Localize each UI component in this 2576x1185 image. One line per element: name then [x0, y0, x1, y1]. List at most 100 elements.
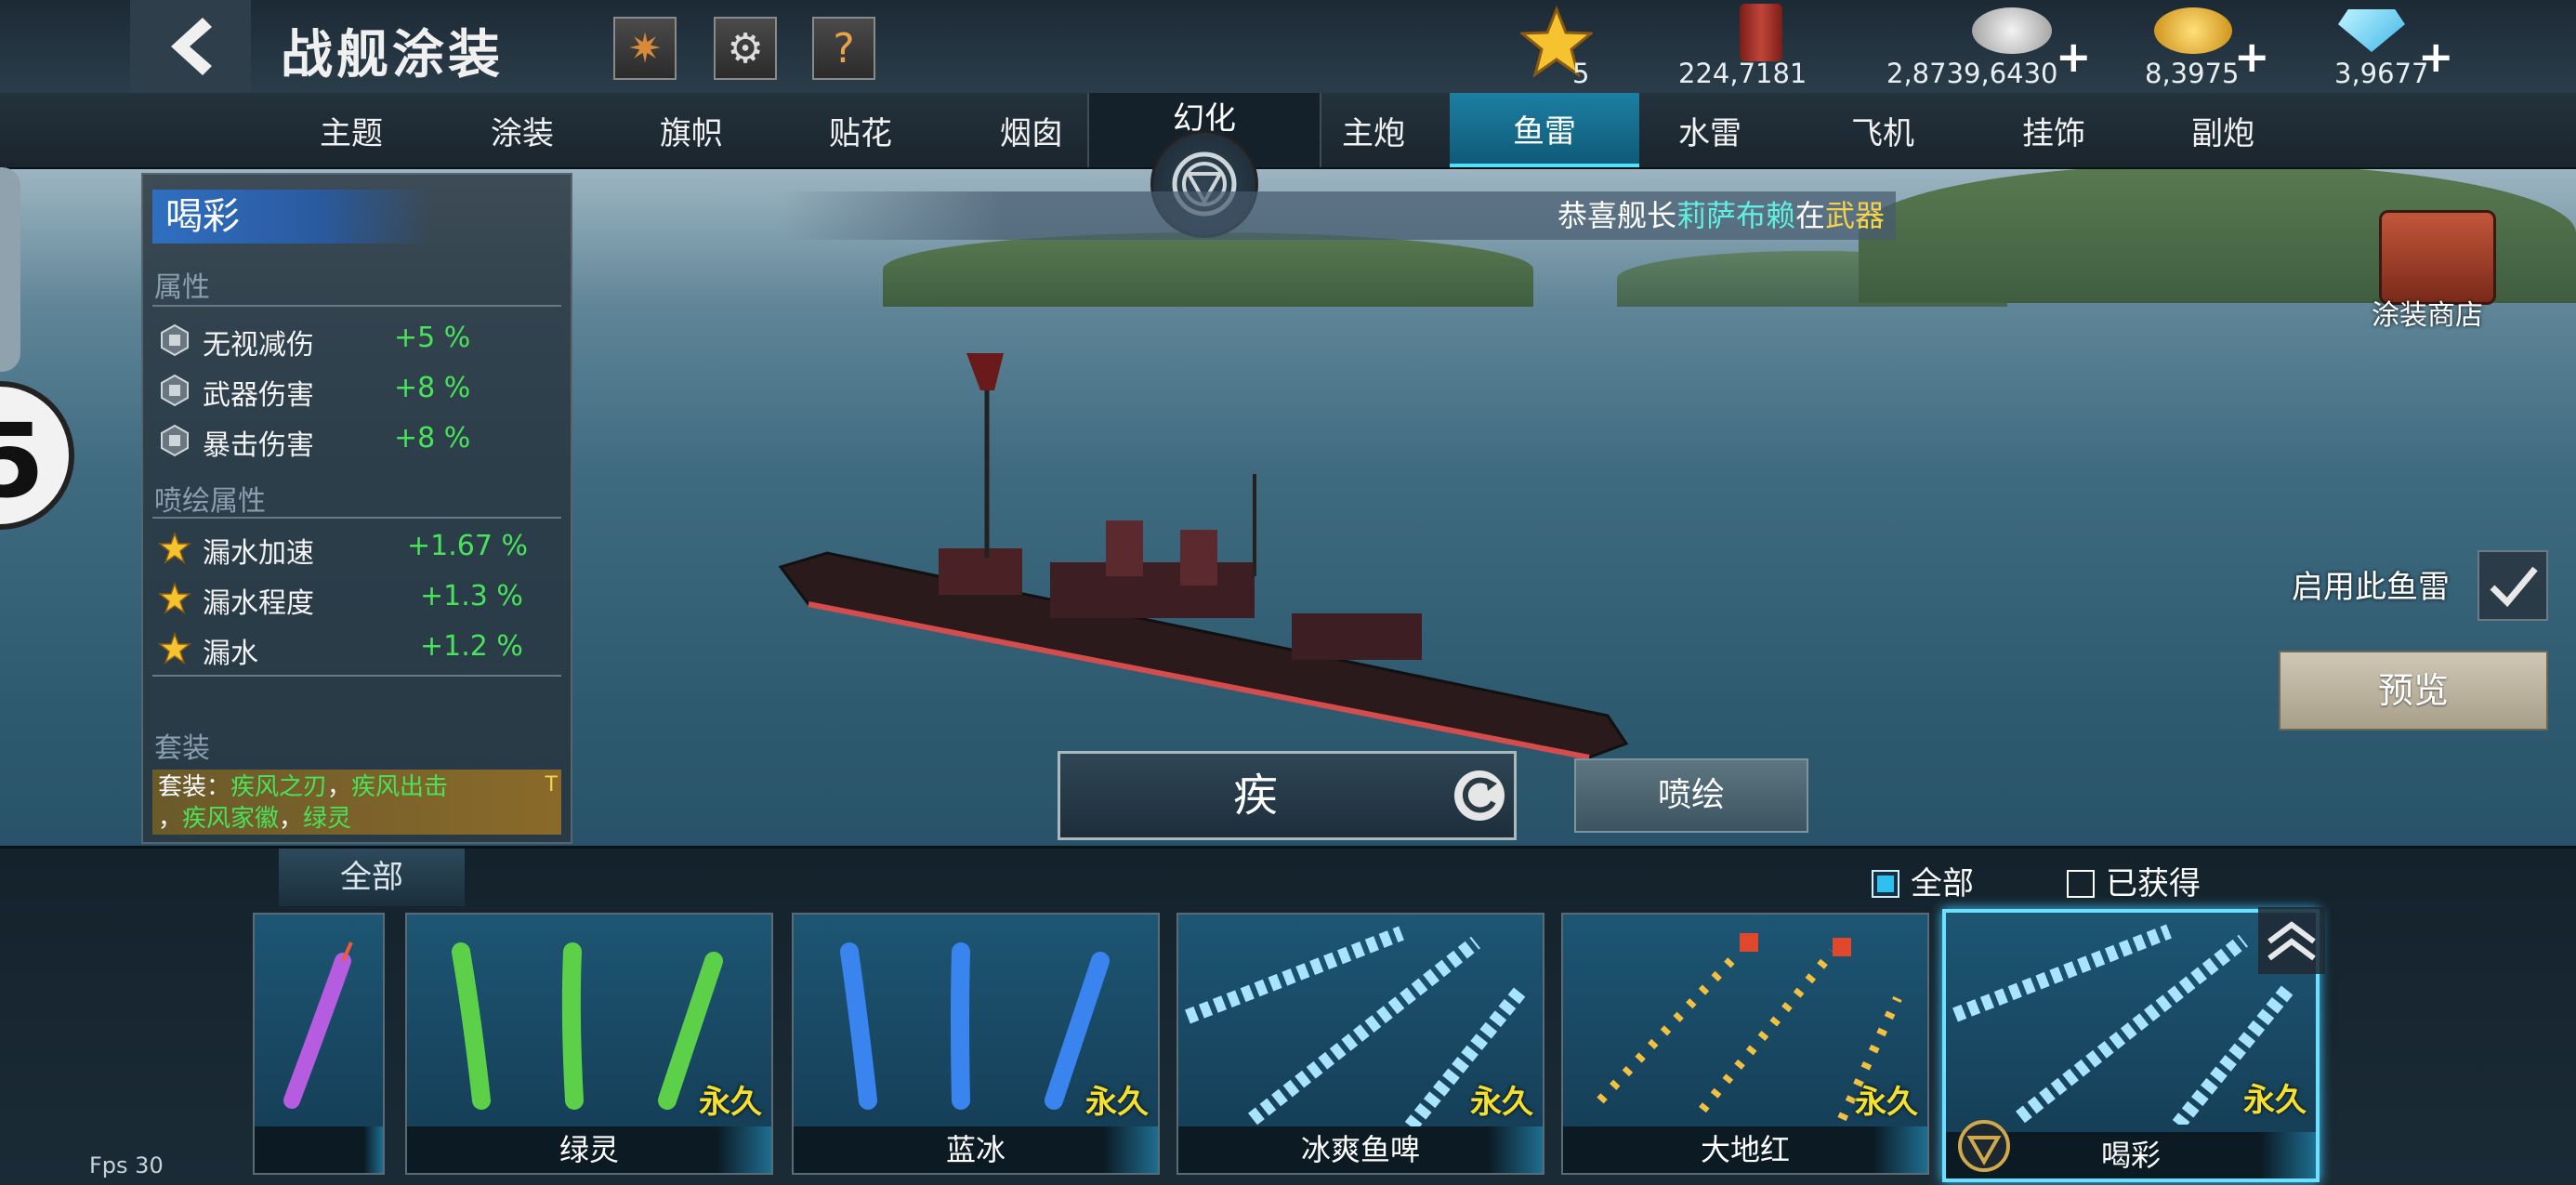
settings-button[interactable]: ⚙ — [714, 17, 777, 80]
paint-store-label: 涂装商店 — [2372, 299, 2483, 332]
set-badge: T — [545, 773, 558, 797]
purple-torpedo-art — [283, 941, 353, 1109]
attr-value: +5 % — [394, 322, 471, 354]
side-drawer-handle[interactable] — [0, 167, 20, 372]
diamond-icon — [2338, 9, 2405, 52]
skin-card-name — [255, 1126, 383, 1173]
filter-owned-checkbox[interactable] — [2067, 870, 2095, 898]
filter-all-label: 全部 — [1911, 865, 1974, 902]
permanent-badge: 永久 — [2243, 1082, 2307, 1119]
permanent-badge: 永久 — [699, 1084, 762, 1121]
tab-mine[interactable]: 水雷 — [1626, 93, 1794, 167]
attr-row: 武器伤害 +8 % — [152, 368, 561, 413]
fireworks-button[interactable]: ✷ — [613, 17, 677, 80]
enable-torpedo-checkbox[interactable] — [2477, 550, 2548, 621]
silver-count: 2,8739,6430 — [1886, 58, 2058, 89]
collapse-chevron-button[interactable] — [2258, 907, 2325, 974]
back-button[interactable] — [130, 0, 251, 93]
attr-value: +1.3 % — [420, 580, 523, 612]
diamond-add-button[interactable]: + — [2418, 32, 2454, 82]
attr-row: 无视减伤 +5 % — [152, 318, 561, 362]
fps-counter: Fps 30 — [89, 1152, 164, 1178]
permanent-badge: 永久 — [1855, 1084, 1918, 1121]
tab-torpedo[interactable]: 鱼雷 — [1450, 93, 1639, 167]
tab-secondary-gun[interactable]: 副炮 — [2139, 93, 2307, 167]
set-section-label: 套装 — [154, 732, 210, 765]
diamond-resource: 3,9677 + — [2323, 0, 2454, 93]
star-icon — [158, 632, 191, 665]
top-bar: 战舰涂装 ✷ ⚙ ? 5 224,7181 2,8739,6430 + 8,39… — [0, 0, 2576, 95]
set-item: 疾风家徽 — [182, 805, 280, 833]
attr-name: 漏水加速 — [203, 537, 314, 570]
tab-ornament[interactable]: 挂饰 — [1970, 93, 2137, 167]
attr-value: +1.67 % — [407, 530, 528, 562]
spray-attr-row: 漏水 +1.2 % — [152, 626, 561, 671]
tab-flag[interactable]: 旗帜 — [608, 93, 775, 167]
preview-button[interactable]: 预览 — [2279, 651, 2548, 731]
attribute-icon — [161, 374, 189, 407]
attr-value: +1.2 % — [420, 630, 523, 663]
tab-all[interactable]: 全部 — [279, 849, 465, 906]
paint-count: 224,7181 — [1678, 58, 1807, 89]
skin-card-name: 冰爽鱼啤 — [1178, 1126, 1543, 1173]
attribute-panel: 喝彩 属性 无视减伤 +5 % 武器伤害 +8 % 暴击伤害 +8 % 喷绘属性… — [141, 173, 572, 844]
permanent-badge: 永久 — [1470, 1084, 1533, 1121]
skin-card-name: 绿灵 — [407, 1126, 771, 1173]
silver-coin-icon — [1972, 7, 2052, 54]
set-sep: ， — [327, 773, 352, 801]
attr-name: 漏水 — [203, 638, 258, 670]
filter-owned[interactable]: 已获得 — [2067, 858, 2201, 903]
tab-decal[interactable]: 贴花 — [777, 93, 944, 167]
help-button[interactable]: ? — [812, 17, 875, 80]
skin-card[interactable]: 永久 蓝冰 — [792, 913, 1160, 1175]
tab-aircraft[interactable]: 飞机 — [1799, 93, 1966, 167]
notice-item: 武器 — [1824, 198, 1885, 233]
attr-name: 漏水程度 — [203, 587, 314, 620]
spray-section-label: 喷绘属性 — [154, 485, 266, 518]
page-title: 战舰涂装 — [281, 25, 504, 86]
attr-row: 暴击伤害 +8 % — [152, 418, 561, 463]
gear-icon: ⚙ — [727, 24, 764, 72]
warship-model — [778, 353, 1629, 760]
filter-owned-label: 已获得 — [2106, 865, 2201, 902]
fireworks-icon: ✷ — [627, 24, 663, 72]
set-sep: ， — [279, 805, 304, 833]
back-arrow-icon — [171, 18, 212, 75]
gold-add-button[interactable]: + — [2234, 32, 2270, 82]
spray-button[interactable]: 喷绘 — [1574, 758, 1808, 833]
attr-name: 武器伤害 — [203, 379, 314, 412]
set-item: 绿灵 — [303, 805, 352, 833]
set-item: 疾风之刃 — [230, 773, 328, 801]
stars-count: 5 — [1572, 58, 1590, 89]
notice-player: 莉萨布赖 — [1676, 198, 1795, 233]
paint-bucket-icon — [1740, 4, 1782, 61]
attr-value: +8 % — [394, 422, 471, 454]
skin-card[interactable]: 永久 大地红 — [1561, 913, 1929, 1175]
broadcast-notice: 恭喜舰长莉萨布赖在武器 — [781, 191, 1896, 240]
skin-name-selector-text: 疾 — [1232, 770, 1278, 822]
checkmark-icon — [2490, 566, 2538, 608]
skin-card-name: 蓝冰 — [794, 1126, 1158, 1173]
gold-count: 8,3975 — [2145, 58, 2240, 89]
divider — [152, 517, 561, 519]
tab-paint[interactable]: 涂装 — [439, 93, 606, 167]
help-icon: ? — [833, 24, 855, 72]
divider — [152, 675, 561, 677]
filter-all[interactable]: 全部 — [1872, 858, 1974, 903]
star-icon — [158, 582, 191, 614]
attribute-icon — [161, 424, 189, 457]
skin-card[interactable]: 永久 冰爽鱼啤 — [1176, 913, 1544, 1175]
tab-theme[interactable]: 主题 — [268, 93, 435, 167]
filter-all-checkbox[interactable] — [1872, 870, 1899, 898]
skin-card[interactable]: 永久 绿灵 — [405, 913, 773, 1175]
skin-name-selector[interactable]: 疾 — [1058, 751, 1517, 840]
skin-card[interactable] — [253, 913, 385, 1175]
paint-store-button[interactable]: 涂装商店 — [2372, 210, 2520, 332]
refresh-icon[interactable] — [1454, 770, 1505, 821]
notice-mid: 在 — [1794, 198, 1825, 233]
set-bonus-box: 套装：疾风之刃，疾风出击 ，疾风家徽，绿灵 T — [152, 770, 561, 835]
silver-add-button[interactable]: + — [2056, 32, 2092, 82]
set-sep: ， — [158, 805, 183, 833]
set-item: 疾风出击 — [351, 773, 449, 801]
island-left — [883, 232, 1533, 307]
